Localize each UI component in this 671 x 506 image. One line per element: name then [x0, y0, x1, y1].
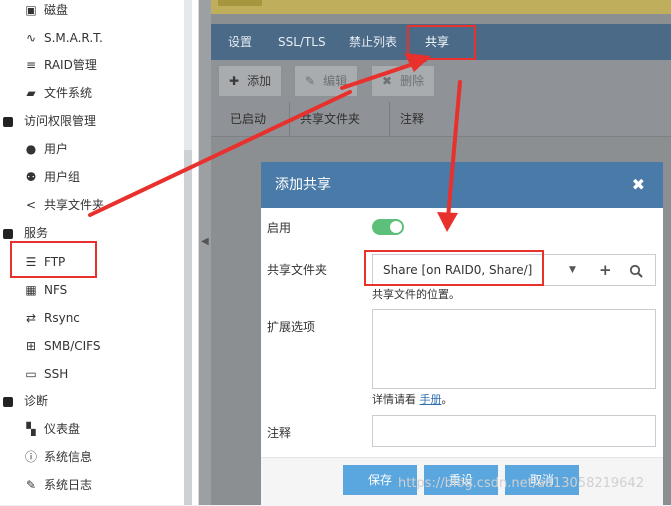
annotation-arrow-to-field: [446, 80, 462, 220]
annotation-arrows: [88, 53, 462, 232]
annotation-arrowhead-field: [437, 212, 458, 232]
annotation-arrowhead-tab: [404, 53, 431, 72]
annotation-arrow-to-toolbar: [88, 90, 352, 217]
